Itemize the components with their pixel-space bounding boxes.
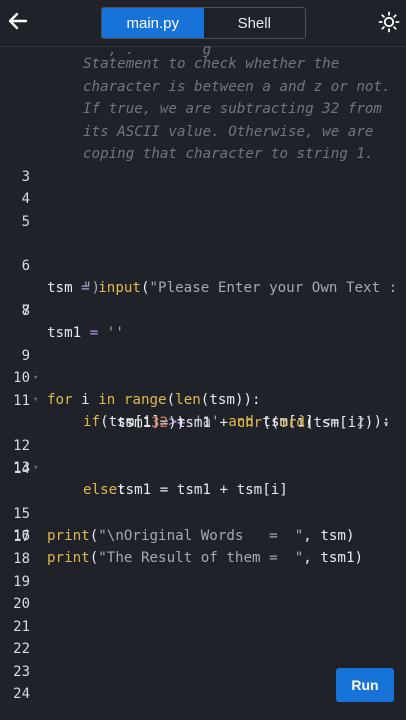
code-line: 16 print("The Result of them = ", tsm1) <box>0 503 406 566</box>
code-line: 7 tsm1 = '' <box>0 278 406 341</box>
line-number: 4 <box>21 191 30 207</box>
tab-main-py[interactable]: main.py <box>102 8 204 38</box>
code-line: 4 <box>0 188 406 210</box>
code-line: 15 print("\nOriginal Words = ", tsm) <box>0 481 406 544</box>
line-number: 23 <box>13 664 30 680</box>
line-number: 5 <box>21 214 30 230</box>
code-line: its ASCII value. Otherwise, we are <box>0 121 406 143</box>
line-number: 22 <box>13 641 30 657</box>
theme-toggle-sun-icon[interactable] <box>378 11 400 33</box>
code-line: 12 ▾ else: <box>0 413 406 498</box>
code-line: coping that character to string 1. <box>0 143 406 165</box>
comment-text: If true, we are subtracting 32 from <box>83 101 382 117</box>
code-line: 3 <box>0 166 406 188</box>
line-number: 8 <box>21 303 30 319</box>
code-line: 22 <box>0 638 406 660</box>
tab-shell[interactable]: Shell <box>204 8 306 38</box>
code-line: ") <box>0 255 406 296</box>
code-line: 32)) <box>0 390 406 431</box>
line-number: 18 <box>13 551 30 567</box>
code-line: 14 <box>0 458 406 480</box>
code-line: 10 ▾ if(tsm[i] >= 'a' and tsm[i] <= 'z')… <box>0 345 406 430</box>
code-line: 20 <box>0 593 406 615</box>
code-line: 17 <box>0 526 406 548</box>
code-line: 13 tsm1 = tsm1 + tsm[i] <box>0 435 406 498</box>
code-line: 11 tsm1 = tsm1 + chr((ord(tsm[i]) - <box>0 368 406 431</box>
code-line: 8 <box>0 300 406 322</box>
code-line: 6 tsm = input("Please Enter your Own Tex… <box>0 233 406 296</box>
line-number: 17 <box>13 529 30 545</box>
code-line: 9 ▾ for i in range(len(tsm)): <box>0 323 406 408</box>
run-button[interactable]: Run <box>336 668 394 702</box>
code-line: 5 <box>0 211 406 233</box>
line-number: 24 <box>13 686 30 702</box>
code-line: Statement to check whether the <box>0 53 406 75</box>
line-number: 21 <box>13 619 30 635</box>
comment-text: character is between a and z or not. <box>83 79 391 95</box>
line-number: 19 <box>13 574 30 590</box>
line-number: 3 <box>21 169 30 185</box>
line-number: 20 <box>13 596 30 612</box>
file-tabs: main.py Shell <box>101 7 306 39</box>
code-line: 19 <box>0 571 406 593</box>
line-number: 14 <box>13 461 30 477</box>
comment-text: its ASCII value. Otherwise, we are <box>83 124 374 140</box>
code-line: If true, we are subtracting 32 from <box>0 98 406 120</box>
code-line: character is between a and z or not. <box>0 76 406 98</box>
code-line: 18 <box>0 548 406 570</box>
code-editor[interactable]: , . g Statement to check whether the cha… <box>0 42 406 720</box>
code-line: 21 <box>0 616 406 638</box>
comment-text: Statement to check whether the <box>83 56 340 72</box>
back-arrow-icon[interactable] <box>6 9 30 33</box>
comment-text: coping that character to string 1. <box>83 146 374 162</box>
